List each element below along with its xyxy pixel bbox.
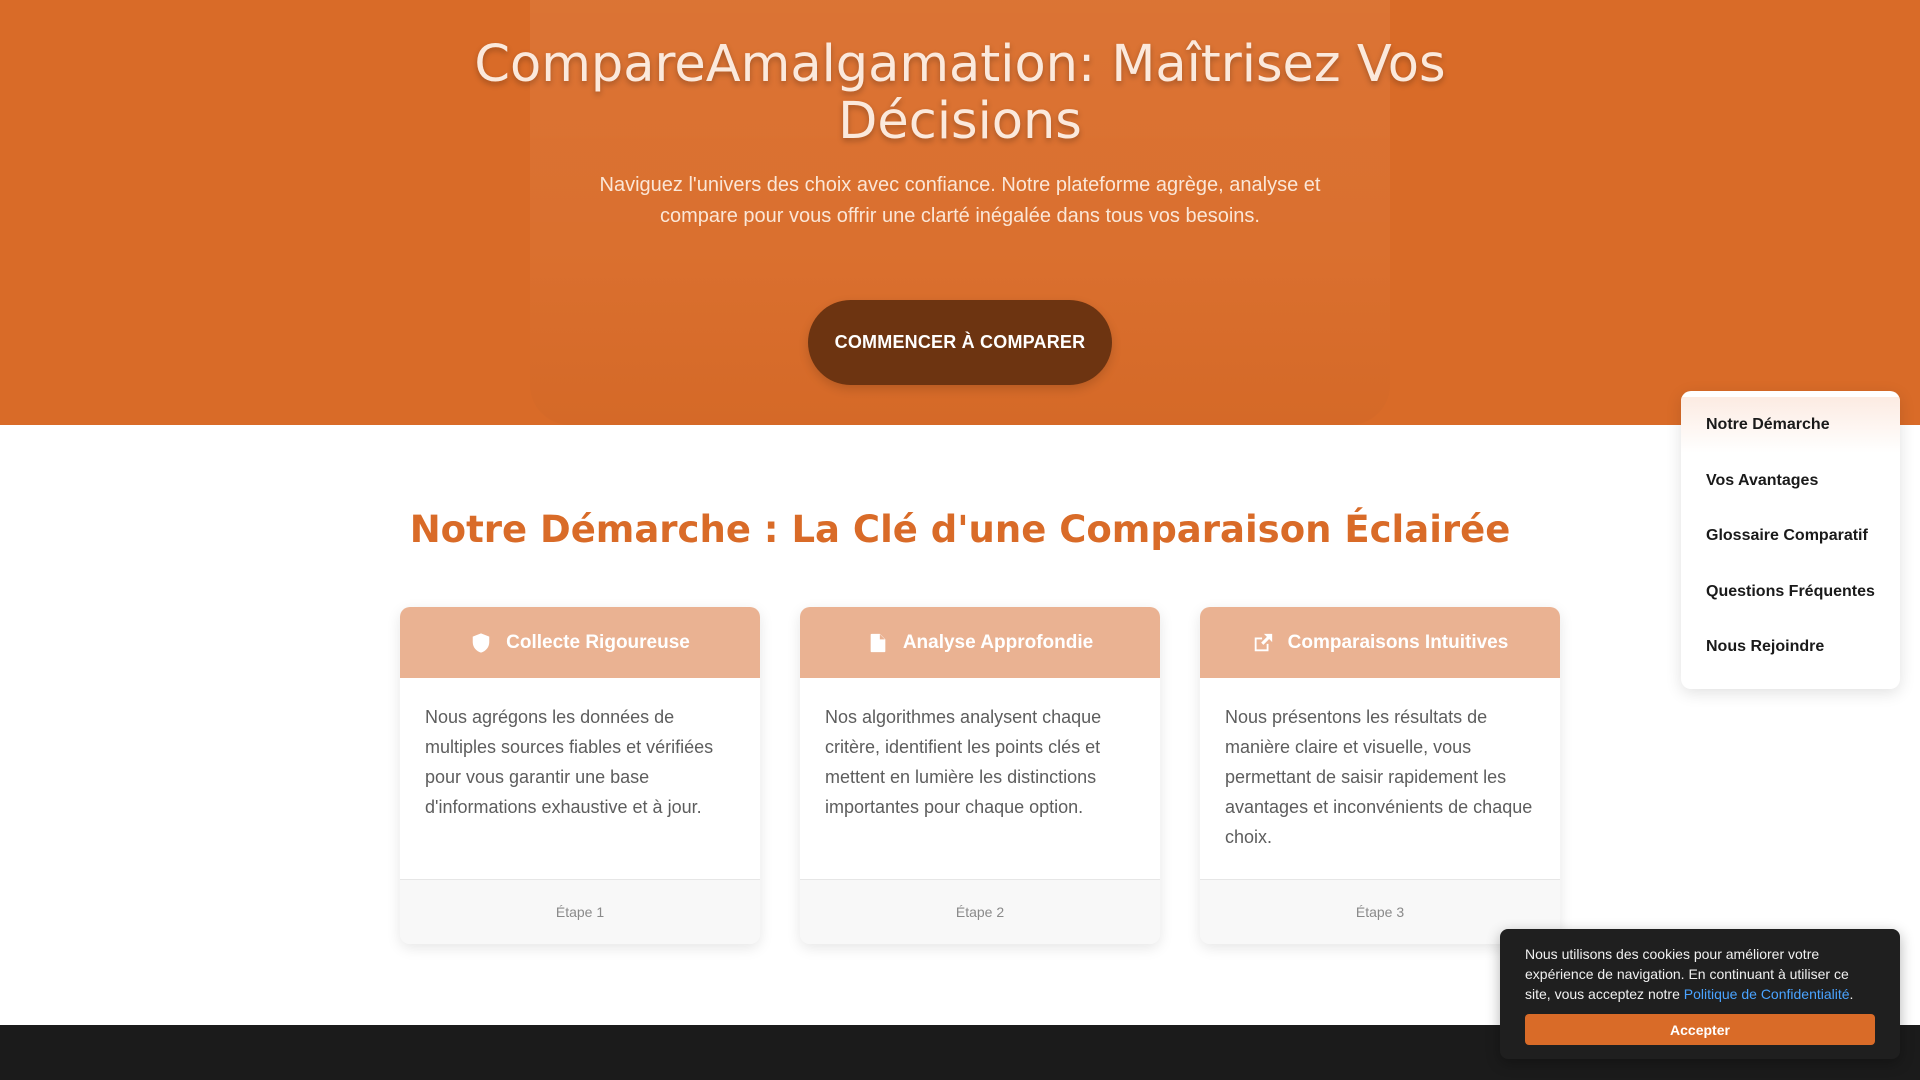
side-nav-item-notre-demarche[interactable]: Notre Démarche xyxy=(1681,397,1900,453)
document-icon xyxy=(870,633,886,652)
card-title: Collecte Rigoureuse xyxy=(506,631,690,653)
card-text: Nous présentons les résultats de manière… xyxy=(1225,707,1533,847)
process-card: Analyse Approfondie Nos algorithmes anal… xyxy=(800,607,1160,944)
side-nav-item-vos-avantages[interactable]: Vos Avantages xyxy=(1681,453,1900,509)
cookie-banner: Nous utilisons des cookies pour améliore… xyxy=(1500,929,1900,1059)
hero-section: CompareAmalgamation: Maîtrisez Vos Décis… xyxy=(0,0,1920,425)
side-nav-item-faq[interactable]: Questions Fréquentes xyxy=(1681,564,1900,620)
card-title: Analyse Approfondie xyxy=(902,631,1094,653)
card-text: Nos algorithmes analysent chaque critère… xyxy=(825,707,1102,817)
card-step: Étape 1 xyxy=(400,879,760,944)
card-header: Comparaisons Intuitives xyxy=(1200,607,1560,678)
card-title: Comparaisons Intuitives xyxy=(1287,631,1509,653)
start-comparing-button[interactable]: COMMENCER À COMPARER xyxy=(808,300,1112,385)
cookie-suffix: . xyxy=(1849,986,1854,1002)
hero-title: CompareAmalgamation: Maîtrisez Vos Décis… xyxy=(474,35,1446,151)
side-nav-item-glossaire[interactable]: Glossaire Comparatif xyxy=(1681,508,1900,564)
process-card: Collecte Rigoureuse Nous agrégons les do… xyxy=(400,607,760,944)
card-step: Étape 2 xyxy=(800,879,1160,944)
process-card: Comparaisons Intuitives Nous présentons … xyxy=(1200,607,1560,944)
side-navigation: Notre Démarche Vos Avantages Glossaire C… xyxy=(1681,391,1900,689)
privacy-policy-link[interactable]: Politique de Confidentialité xyxy=(1684,986,1850,1002)
card-text: Nous agrégons les données de multiples s… xyxy=(425,707,714,817)
card-header: Analyse Approfondie xyxy=(800,607,1160,678)
card-header: Collecte Rigoureuse xyxy=(400,607,760,678)
section-title: Notre Démarche : La Clé d'une Comparaiso… xyxy=(409,508,1511,551)
hero-subtitle: Naviguez l'univers des choix avec confia… xyxy=(599,174,1321,227)
external-link-icon xyxy=(1254,633,1272,651)
cookie-message: Nous utilisons des cookies pour améliore… xyxy=(1525,944,1875,1004)
side-nav-item-nous-rejoindre[interactable]: Nous Rejoindre xyxy=(1681,619,1900,675)
shield-icon xyxy=(472,632,490,653)
accept-cookies-button[interactable]: Accepter xyxy=(1525,1014,1875,1045)
